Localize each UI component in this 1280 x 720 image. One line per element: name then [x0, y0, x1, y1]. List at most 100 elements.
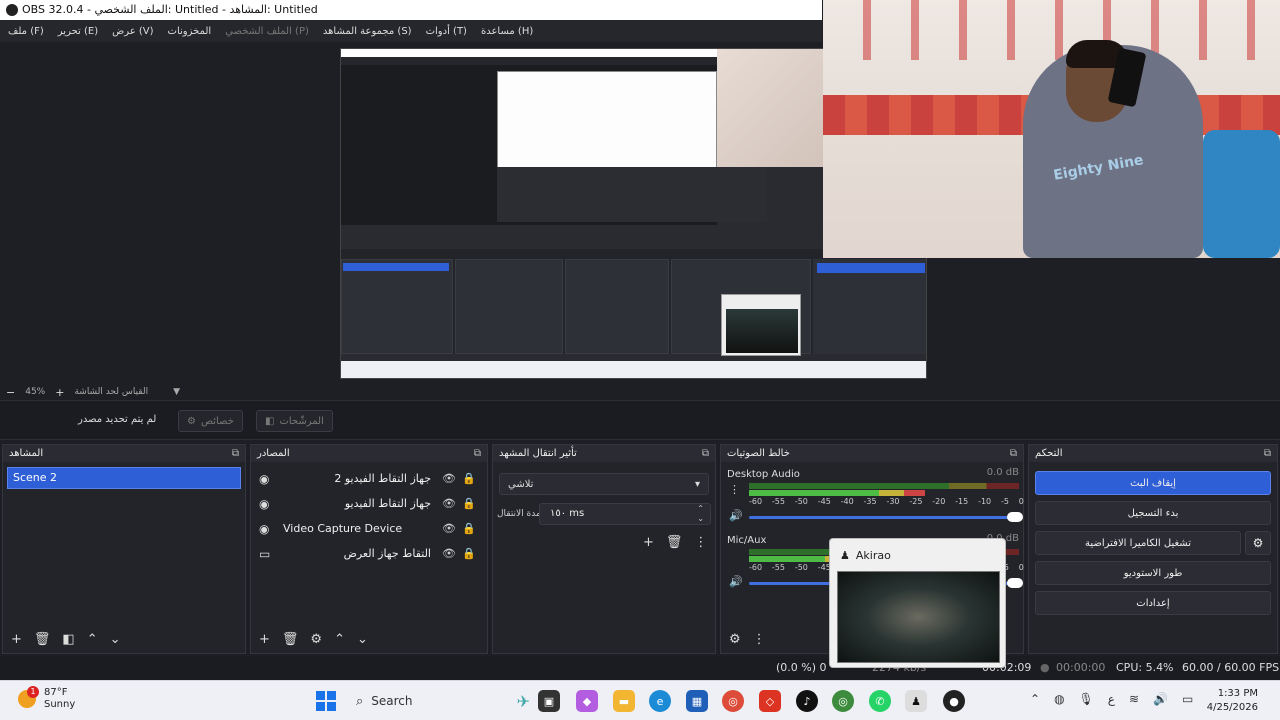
- undock-icon[interactable]: ⧉: [1264, 448, 1271, 459]
- menu-tools[interactable]: أدوات (T): [426, 26, 467, 37]
- start-virtual-camera-button[interactable]: تشغيل الكاميرا الافتراضية: [1035, 531, 1241, 555]
- source-properties-gear-icon[interactable]: ⚙: [310, 632, 322, 647]
- channel-menu-icon[interactable]: ⋮: [729, 483, 740, 496]
- menu-edit[interactable]: تحرير (E): [58, 26, 98, 37]
- visibility-eye-icon[interactable]: 👁: [439, 522, 459, 535]
- chrome-icon[interactable]: ◎: [722, 690, 744, 712]
- taskbar-search[interactable]: ⌕ Search ✈: [350, 689, 530, 713]
- start-button[interactable]: [316, 691, 336, 711]
- lock-icon[interactable]: 🔒: [459, 497, 479, 510]
- studio-mode-button[interactable]: طور الاستوديو: [1035, 561, 1271, 585]
- volume-slider[interactable]: [749, 512, 1023, 522]
- tiktok-icon[interactable]: ♪: [796, 690, 818, 712]
- undock-icon[interactable]: ⧉: [474, 448, 481, 459]
- channel-db: 0.0 dB: [986, 467, 1019, 478]
- sun-icon: 1: [18, 686, 39, 708]
- speaker-icon[interactable]: 🔊: [729, 575, 743, 588]
- zoom-in-button[interactable]: +: [55, 386, 64, 399]
- zoom-dropdown-icon[interactable]: ▼: [173, 387, 180, 397]
- start-recording-button[interactable]: بدء التسجيل: [1035, 501, 1271, 525]
- menu-docks[interactable]: المخزونات: [168, 26, 212, 37]
- mixer-menu-icon[interactable]: ⋮: [753, 632, 766, 647]
- undock-icon[interactable]: ⧉: [232, 448, 239, 459]
- remove-scene-icon[interactable]: 🗑: [34, 632, 51, 647]
- transitions-dock: تأثير انتقال المشهد ⧉ تلاشي ▾ مدة الانتق…: [492, 444, 716, 654]
- capcut-icon[interactable]: ◇: [759, 690, 781, 712]
- duration-spinbox[interactable]: ١٥٠ ms ⌃ ⌄: [539, 503, 711, 525]
- akirao-app-icon[interactable]: ♟: [905, 690, 927, 712]
- chrome-profile-icon[interactable]: ◎: [832, 690, 854, 712]
- lock-icon[interactable]: 🔒: [459, 547, 479, 560]
- language-indicator[interactable]: ع: [1108, 692, 1115, 706]
- task-view-icon[interactable]: ▣: [538, 690, 560, 712]
- menu-scene-collection[interactable]: مجموعة المشاهد (S): [323, 26, 412, 37]
- menu-help[interactable]: مساعدة (H): [481, 26, 533, 37]
- lock-icon[interactable]: 🔒: [459, 472, 479, 485]
- taskbar-preview-popup[interactable]: ♟ Akirao: [829, 538, 1006, 668]
- source-row[interactable]: ◉ جهاز التقاط الفيديو 2 👁 🔒: [251, 466, 487, 491]
- volume-icon[interactable]: 🔊: [1153, 692, 1168, 706]
- whatsapp-icon[interactable]: ✆: [869, 690, 891, 712]
- source-row[interactable]: ◉ Video Capture Device 👁 🔒: [251, 516, 487, 541]
- virtual-camera-settings-gear-icon[interactable]: ⚙: [1245, 531, 1271, 555]
- undock-icon[interactable]: ⧉: [1010, 448, 1017, 459]
- remove-source-icon[interactable]: 🗑: [282, 632, 299, 647]
- channel-name: Desktop Audio: [727, 469, 800, 480]
- undock-icon[interactable]: ⧉: [702, 448, 709, 459]
- duration-stepper-icon[interactable]: ⌃ ⌄: [697, 504, 704, 524]
- window-titlebar: OBS 32.0.4 - الملف الشخصي: Untitled - ال…: [0, 0, 822, 20]
- scene-filters-icon[interactable]: ◧: [62, 632, 74, 647]
- battery-icon[interactable]: ▭: [1182, 692, 1193, 706]
- duration-label: مدة الانتقال: [497, 509, 541, 519]
- source-row[interactable]: ◉ جهاز التقاط الفيديو 👁 🔒: [251, 491, 487, 516]
- source-row[interactable]: ▭ التقاط جهاز العرض 👁 🔒: [251, 541, 487, 566]
- wifi-icon[interactable]: ≋: [1129, 692, 1139, 706]
- context-bar: لم يتم تحديد مصدر ⚙ خصائص ◧ المرشّحات: [0, 400, 1280, 440]
- volume-slider-handle[interactable]: [1007, 578, 1023, 588]
- add-source-icon[interactable]: +: [259, 632, 270, 647]
- menu-view[interactable]: عرض (V): [112, 26, 153, 37]
- stop-streaming-button[interactable]: إيقاف البث: [1035, 471, 1271, 495]
- weather-widget[interactable]: 1 87°F Sunny: [18, 686, 75, 711]
- move-down-icon[interactable]: ⌄: [110, 632, 121, 647]
- scene-item[interactable]: Scene 2: [7, 467, 241, 489]
- volume-slider-handle[interactable]: [1007, 512, 1023, 522]
- settings-button[interactable]: إعدادات: [1035, 591, 1271, 615]
- scenes-dock-title: المشاهد: [9, 448, 44, 459]
- speaker-icon[interactable]: 🔊: [729, 509, 743, 522]
- menu-file[interactable]: ملف (F): [8, 26, 44, 37]
- tray-app-icon[interactable]: ◍: [1054, 692, 1064, 706]
- move-up-icon[interactable]: ⌃: [87, 632, 98, 647]
- clock-time: 1:33 PM: [1217, 688, 1258, 699]
- visibility-eye-icon[interactable]: 👁: [439, 472, 459, 485]
- file-explorer-icon[interactable]: ▬: [613, 690, 635, 712]
- add-scene-icon[interactable]: +: [11, 632, 22, 647]
- tray-overflow-icon[interactable]: ⌃: [1030, 692, 1040, 706]
- zoom-out-button[interactable]: −: [6, 386, 15, 399]
- clock[interactable]: 1:33 PM 4/25/2026: [1207, 687, 1258, 715]
- edge-icon[interactable]: e: [649, 690, 671, 712]
- camera-icon: ◉: [259, 471, 270, 486]
- add-transition-icon[interactable]: +: [643, 535, 654, 550]
- move-down-icon[interactable]: ⌄: [357, 632, 368, 647]
- transition-select[interactable]: تلاشي ▾: [499, 473, 709, 495]
- visibility-eye-icon[interactable]: 👁: [439, 497, 459, 510]
- properties-button[interactable]: ⚙ خصائص: [178, 410, 243, 432]
- advanced-audio-gear-icon[interactable]: ⚙: [729, 632, 741, 647]
- obs-taskbar-icon[interactable]: ●: [943, 690, 965, 712]
- notification-badge: 1: [27, 686, 39, 698]
- popup-preview-image[interactable]: [837, 571, 1000, 663]
- menu-profile[interactable]: الملف الشخصي (P): [225, 26, 309, 37]
- move-up-icon[interactable]: ⌃: [334, 632, 345, 647]
- filter-icon: ◧: [265, 415, 275, 427]
- store-icon[interactable]: ▦: [686, 690, 708, 712]
- transition-menu-icon[interactable]: ⋮: [694, 535, 707, 550]
- channel-name: Mic/Aux: [727, 535, 767, 546]
- lock-icon[interactable]: 🔒: [459, 522, 479, 535]
- copilot-icon[interactable]: ◆: [576, 690, 598, 712]
- microphone-icon[interactable]: 🎙: [1079, 692, 1094, 706]
- filters-button[interactable]: ◧ المرشّحات: [256, 410, 333, 432]
- remove-transition-icon[interactable]: 🗑: [666, 535, 683, 550]
- visibility-eye-icon[interactable]: 👁: [439, 547, 459, 560]
- menu-bar: ملف (F) تحرير (E) عرض (V) المخزونات المل…: [0, 20, 822, 42]
